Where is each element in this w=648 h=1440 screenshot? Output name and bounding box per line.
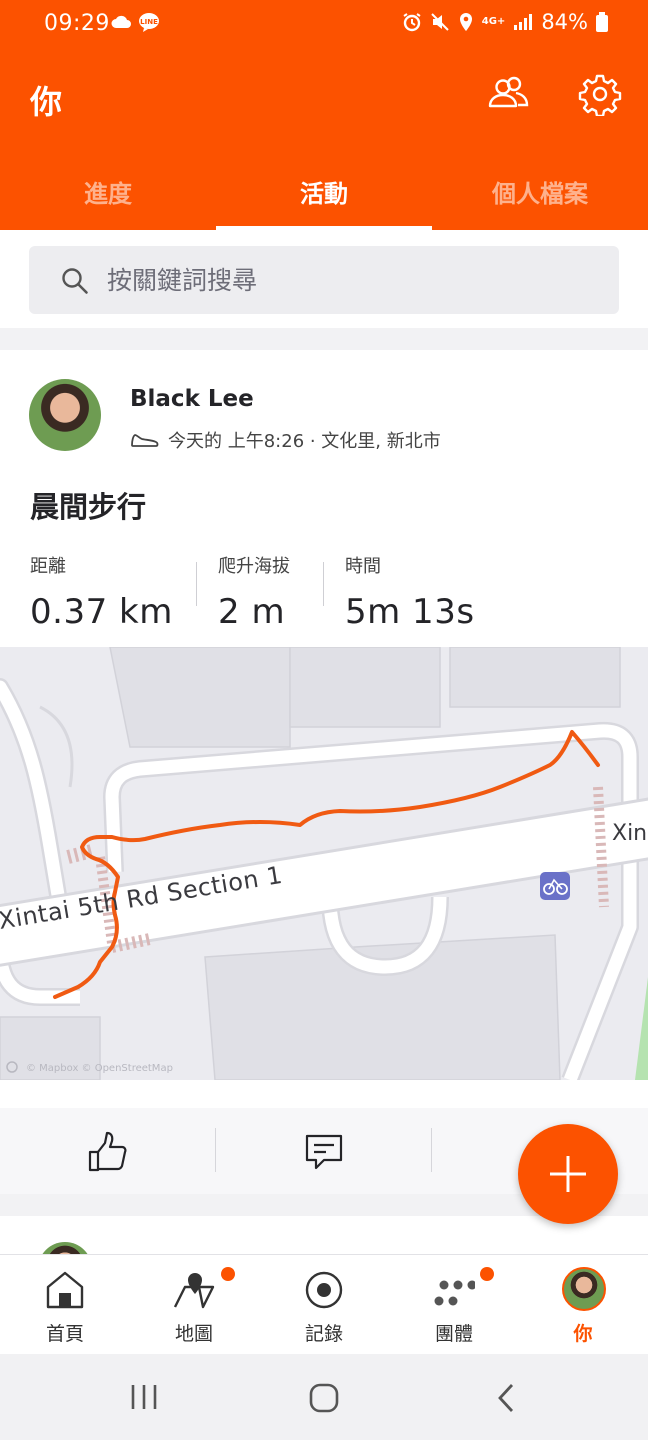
- tab-profile[interactable]: 個人檔案: [432, 158, 648, 230]
- maps-notification-badge: [221, 1267, 235, 1281]
- map-street-label: Xintai 5th Rd Section 1: [0, 861, 285, 935]
- cloud-icon: [111, 15, 131, 28]
- settings-gear-icon[interactable]: [578, 72, 622, 116]
- search-box: [29, 246, 619, 314]
- location-icon: [459, 13, 472, 31]
- home-button-icon[interactable]: [308, 1382, 340, 1414]
- stat-elevation: 爬升海拔 2 m: [218, 552, 290, 632]
- tab-progress[interactable]: 進度: [0, 158, 216, 230]
- stat-label: 時間: [345, 556, 381, 577]
- nav-label: 首頁: [45, 1323, 84, 1345]
- action-divider: [215, 1128, 216, 1172]
- search-input[interactable]: [107, 246, 587, 314]
- tab-bar: 進度 活動 個人檔案: [0, 158, 648, 230]
- page-title: 你: [30, 83, 63, 121]
- recent-apps-icon[interactable]: [130, 1384, 158, 1410]
- stat-value: 0.37 km: [30, 592, 173, 632]
- status-time: 09:29: [44, 11, 110, 36]
- stat-divider: [196, 562, 197, 606]
- signal-icon: [514, 14, 533, 30]
- walk-shoe-icon: [131, 434, 159, 447]
- stat-label: 距離: [30, 556, 66, 577]
- stat-value: 2 m: [218, 592, 286, 632]
- plus-icon: [550, 1156, 586, 1192]
- map-attribution[interactable]: © Mapbox © OpenStreetMap: [26, 1063, 173, 1074]
- network-type: 4G+: [481, 16, 506, 27]
- nav-you[interactable]: 你: [518, 1255, 648, 1355]
- bottom-navigation: 首頁 地圖 記錄 團體 你: [0, 1254, 648, 1354]
- nav-groups[interactable]: 團體: [389, 1255, 519, 1355]
- svg-text:LINE: LINE: [140, 18, 158, 26]
- activity-meta: 今天的 上午8:26 · 文化里, 新北市: [168, 431, 441, 452]
- stat-value: 5m 13s: [345, 592, 475, 632]
- kudos-thumbs-up-icon[interactable]: [86, 1130, 130, 1174]
- nav-label: 地圖: [174, 1323, 213, 1345]
- mapbox-logo-icon: [6, 1061, 18, 1073]
- nav-record[interactable]: 記錄: [259, 1255, 389, 1355]
- activity-card[interactable]: Black Lee 今天的 上午8:26 · 文化里, 新北市 晨間步行 距離 …: [0, 350, 648, 1194]
- alarm-icon: [403, 13, 421, 32]
- next-activity-card[interactable]: [0, 1216, 648, 1296]
- line-app-icon: LINE: [139, 13, 159, 32]
- map-street-label-right: Xin: [612, 821, 647, 846]
- system-navigation-bar: [0, 1354, 648, 1440]
- map-pin-icon: [173, 1273, 215, 1309]
- back-icon[interactable]: [496, 1382, 516, 1414]
- profile-avatar-icon: [562, 1267, 606, 1311]
- stat-time: 時間 5m 13s: [345, 552, 475, 632]
- groups-dots-icon: [434, 1280, 475, 1306]
- stat-divider: [323, 562, 324, 606]
- athlete-avatar[interactable]: [29, 379, 101, 451]
- battery-percent: 84%: [541, 10, 588, 34]
- stat-label: 爬升海拔: [218, 556, 290, 577]
- mute-icon: [431, 13, 449, 31]
- friends-icon[interactable]: [486, 72, 530, 116]
- add-activity-button[interactable]: [518, 1124, 618, 1224]
- stat-distance: 距離 0.37 km: [30, 552, 173, 632]
- home-icon: [46, 1271, 84, 1309]
- search-icon: [62, 268, 88, 294]
- nav-maps[interactable]: 地圖: [129, 1255, 259, 1355]
- athlete-name[interactable]: Black Lee: [130, 386, 254, 412]
- nav-label: 記錄: [304, 1323, 343, 1345]
- activity-title[interactable]: 晨間步行: [30, 484, 146, 526]
- action-divider: [431, 1128, 432, 1172]
- status-bar: 09:29 LINE 4G+ 84%: [0, 0, 648, 44]
- app-header: 你 進度 活動 個人檔案: [0, 44, 648, 230]
- comment-icon[interactable]: [302, 1130, 346, 1174]
- search-section: [0, 230, 648, 328]
- record-icon: [305, 1271, 343, 1309]
- nav-home[interactable]: 首頁: [0, 1255, 130, 1355]
- nav-label: 你: [573, 1323, 593, 1345]
- groups-notification-badge: [480, 1267, 494, 1281]
- nav-label: 團體: [434, 1323, 473, 1345]
- activity-map[interactable]: Xintai 5th Rd Section 1 Xin © Mapbox © O…: [0, 647, 648, 1080]
- battery-icon: [596, 12, 608, 32]
- tab-activities[interactable]: 活動: [216, 158, 432, 230]
